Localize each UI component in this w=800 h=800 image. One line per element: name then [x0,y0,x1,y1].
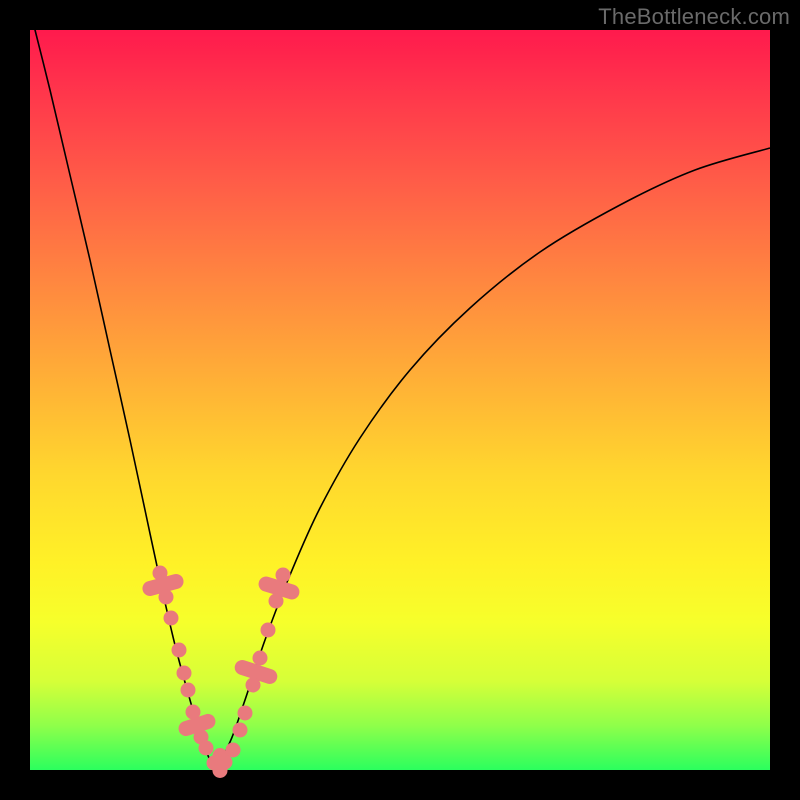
marker-dot [233,723,248,738]
marker-dot [181,683,196,698]
marker-dot [253,651,268,666]
marker-dot [153,566,168,581]
marker-dot [186,705,201,720]
marker-dot [261,623,276,638]
chart-frame [30,30,770,770]
marker-dot [226,743,241,758]
marker-dot [172,643,187,658]
marker-dot [276,568,291,583]
bottleneck-curve [30,10,770,765]
watermark-text: TheBottleneck.com [598,4,790,30]
marker-dot [246,678,261,693]
marker-dot [164,611,179,626]
marker-dot [238,706,253,721]
marker-dot [269,594,284,609]
bottleneck-plot [30,30,770,770]
marker-dot [177,666,192,681]
marker-dot [159,590,174,605]
marker-dots [153,566,291,771]
marker-dot [199,741,214,756]
